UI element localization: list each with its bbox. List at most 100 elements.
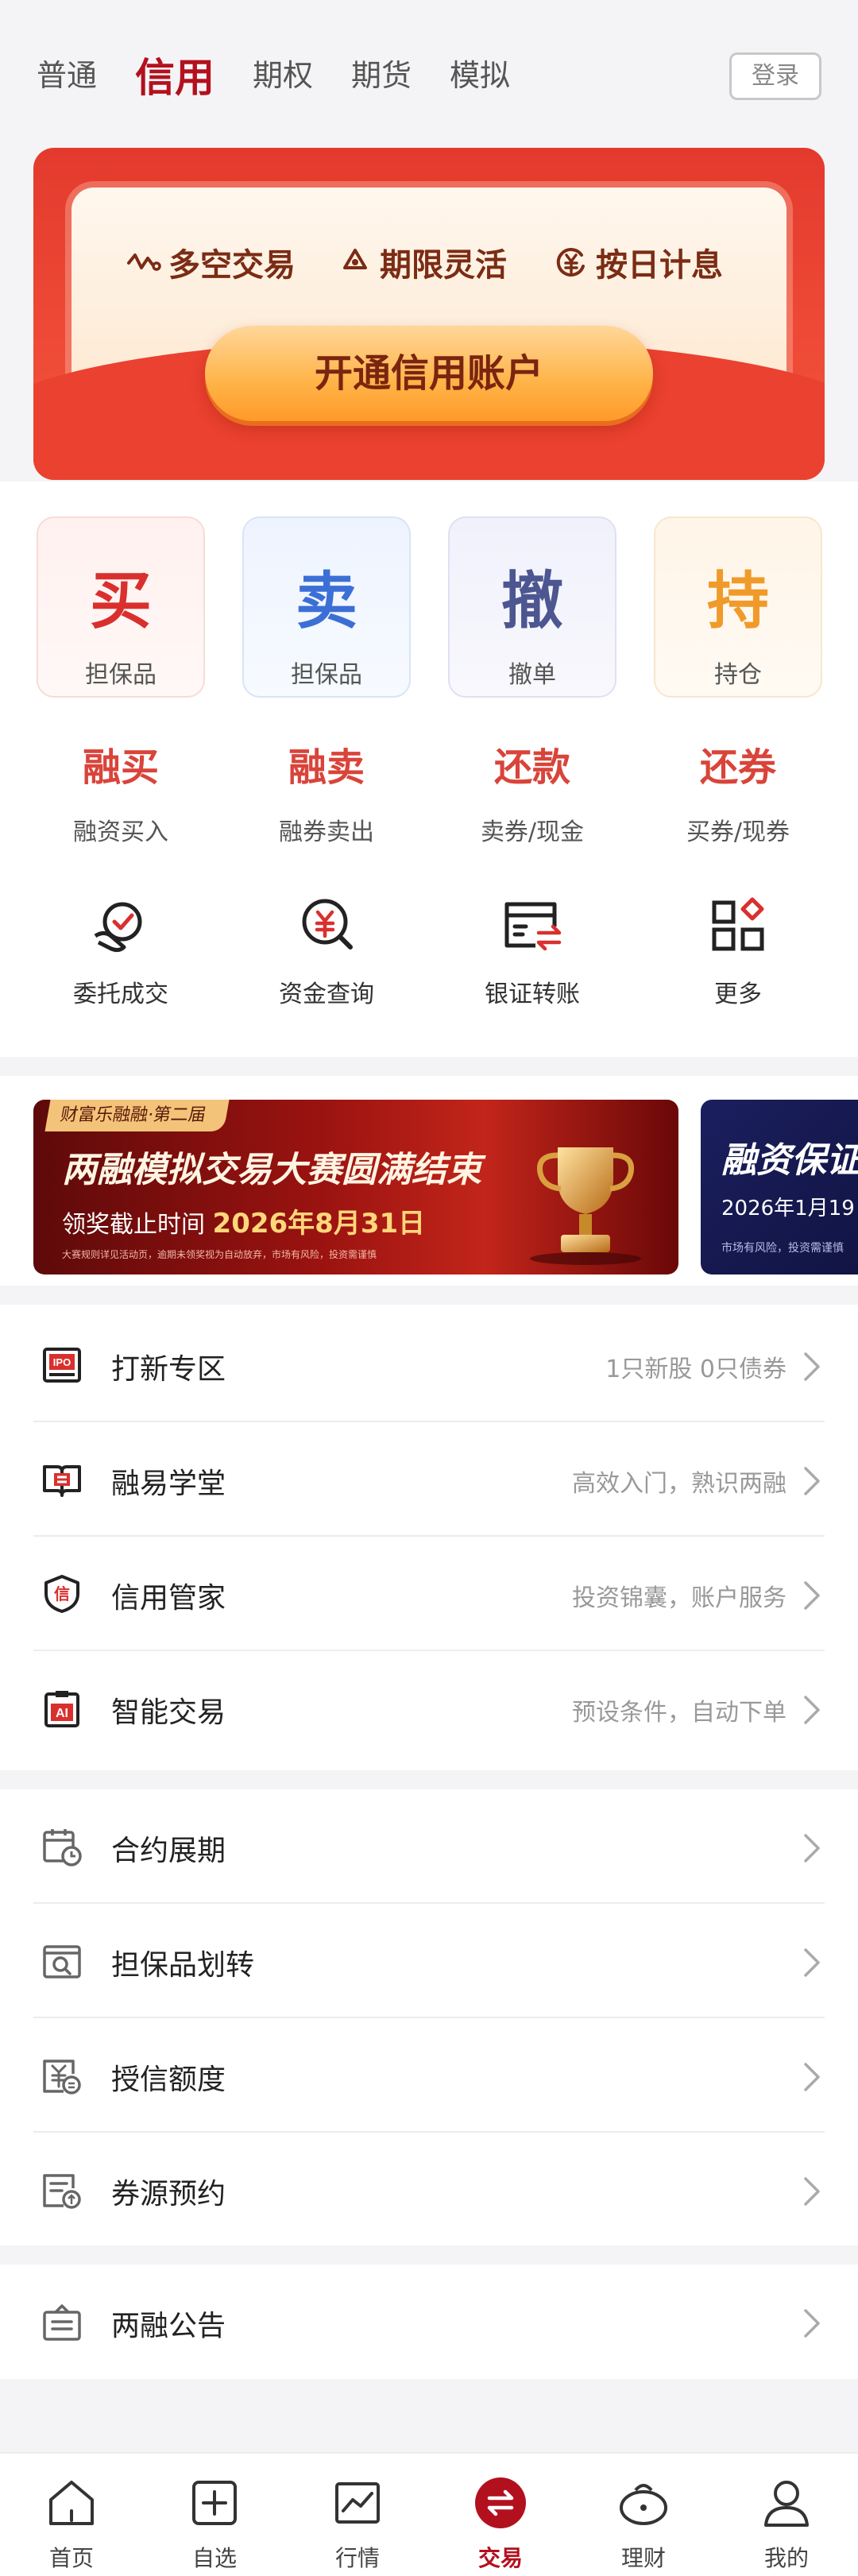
feature-long-short: 多空交易: [126, 238, 296, 286]
cancel-order-button[interactable]: 撤 撤单: [448, 516, 616, 698]
tab-credit[interactable]: 信用: [135, 46, 214, 103]
cancel-char: 撤: [500, 566, 563, 637]
chevron-right-icon: [804, 1948, 820, 1977]
promo-title: 融资保证: [721, 1140, 858, 1181]
feature-list-announcement: 两融公告: [0, 2265, 858, 2379]
svg-text:IPO: IPO: [53, 1356, 71, 1368]
op-sub: 融券卖出: [279, 818, 374, 846]
feature-list-secondary: 合约展期 担保品划转 授信额度 券源预约: [0, 1789, 858, 2245]
recycle-icon: [343, 249, 367, 269]
return-securities-button[interactable]: 还券 买券/现券: [631, 736, 845, 847]
nav-trade[interactable]: 交易: [429, 2476, 572, 2573]
row-label: 智能交易: [111, 1696, 226, 1729]
nav-label: 交易: [477, 2545, 523, 2571]
list-row-announcement[interactable]: 两融公告: [33, 2265, 825, 2379]
row-desc: 投资锦囊，账户服务: [572, 1584, 786, 1612]
tab-normal[interactable]: 普通: [37, 51, 97, 95]
op-title: 融买: [82, 745, 159, 790]
bank-transfer-button[interactable]: 银证转账: [425, 892, 640, 1009]
open-credit-banner[interactable]: 多空交易 期限灵活 按日计息 开通信用账户: [33, 148, 825, 480]
positions-button[interactable]: 持 持仓: [654, 516, 822, 698]
chevron-right-icon: [804, 1696, 820, 1724]
list-row-ipo[interactable]: IPO 打新专区 1只新股 0只债券: [33, 1308, 825, 1422]
chart-icon: [335, 2482, 380, 2524]
nav-home[interactable]: 首页: [0, 2476, 143, 2573]
buy-label: 担保品: [85, 661, 157, 689]
feature-label: 期限灵活: [380, 247, 507, 284]
op-sub: 融资买入: [73, 818, 168, 846]
more-grid-icon: [712, 897, 764, 951]
chevron-right-icon: [804, 2063, 820, 2091]
nav-label: 行情: [334, 2545, 380, 2571]
list-row-collateral-transfer[interactable]: 担保品划转: [33, 1904, 825, 2018]
list-row-smart-trade[interactable]: AI 智能交易 预设条件，自动下单: [33, 1651, 825, 1766]
nav-profile[interactable]: 我的: [715, 2476, 858, 2573]
tool-label: 银证转账: [485, 981, 580, 1008]
shield-credit-icon: 信: [44, 1575, 79, 1613]
yuan-circle-icon: [556, 248, 585, 277]
bank-transfer-icon: [504, 902, 562, 951]
nav-market[interactable]: 行情: [286, 2476, 429, 2573]
margin-buy-button[interactable]: 融买 融资买入: [14, 736, 228, 847]
nav-label: 首页: [48, 2545, 94, 2571]
trade-icon: [475, 2477, 526, 2528]
login-button[interactable]: 登录: [729, 52, 821, 100]
tab-futures[interactable]: 期货: [351, 51, 412, 95]
list-row-academy[interactable]: 融易学堂 高效入门，熟识两融: [33, 1422, 825, 1537]
promo-banner-contest[interactable]: 财富乐融融·第二届 两融模拟交易大赛圆满结束 领奖截止时间 2026年8月31日…: [33, 1100, 678, 1274]
tool-label: 委托成交: [73, 981, 168, 1008]
chevron-right-icon: [804, 2309, 820, 2338]
nav-label: 自选: [191, 2545, 237, 2571]
feature-list-primary: IPO 打新专区 1只新股 0只债券 融易学堂 高效入门，熟识两融 信 信用管家…: [0, 1305, 858, 1770]
hold-label: 持仓: [714, 661, 762, 689]
more-button[interactable]: 更多: [631, 892, 845, 1009]
buy-collateral-button[interactable]: 买 担保品: [37, 516, 205, 698]
tab-simulate[interactable]: 模拟: [450, 51, 510, 95]
promo-banner-margin[interactable]: 融资保证 2026年1月19 市场有风险，投资需谨慎: [701, 1100, 858, 1274]
sell-collateral-button[interactable]: 卖 担保品: [242, 516, 411, 698]
nav-watchlist[interactable]: 自选: [143, 2476, 286, 2573]
op-sub: 卖券/现金: [480, 818, 585, 846]
tool-label: 资金查询: [279, 981, 374, 1008]
row-desc: 1只新股 0只债券: [605, 1356, 786, 1383]
collateral-transfer-icon: [43, 1945, 81, 1978]
credit-limit-icon: [43, 2060, 81, 2094]
securities-reserve-icon: [43, 2174, 81, 2209]
repay-cash-button[interactable]: 还款 卖券/现金: [425, 736, 640, 847]
deadline-label: 领奖截止时间: [62, 1211, 205, 1239]
chevron-right-icon: [804, 1581, 820, 1610]
list-row-credit-limit[interactable]: 授信额度: [33, 2018, 825, 2133]
user-icon: [764, 2481, 809, 2527]
nav-label: 理财: [620, 2545, 666, 2571]
cancel-label: 撤单: [508, 661, 556, 689]
tab-options[interactable]: 期权: [253, 51, 313, 95]
top-tab-bar: 普通 信用 期权 期货 模拟 登录: [0, 0, 858, 129]
tool-label: 更多: [714, 981, 762, 1008]
row-label: 合约展期: [111, 1835, 226, 1867]
promo-date: 2026年1月19: [721, 1197, 855, 1220]
order-fill-icon: [94, 902, 142, 953]
chevron-right-icon: [804, 2177, 820, 2206]
hold-char: 持: [706, 566, 769, 637]
promo-deadline: 领奖截止时间 2026年8月31日: [62, 1201, 425, 1240]
nav-label: 我的: [763, 2545, 809, 2571]
trophy-icon: [530, 1147, 641, 1265]
order-fill-button[interactable]: 委托成交: [14, 892, 228, 1009]
list-row-contract-extension[interactable]: 合约展期: [33, 1789, 825, 1904]
feature-flexible-term: 期限灵活: [337, 238, 507, 286]
svg-text:信: 信: [54, 1584, 70, 1603]
sell-char: 卖: [295, 566, 358, 637]
short-sell-button[interactable]: 融卖 融券卖出: [219, 736, 434, 847]
bottom-navigation: 首页 自选 行情 交易 理财 我的: [0, 2452, 858, 2576]
list-row-credit-butler[interactable]: 信 信用管家 投资锦囊，账户服务: [33, 1537, 825, 1651]
fund-query-button[interactable]: 资金查询: [219, 892, 434, 1009]
row-label: 打新专区: [111, 1353, 226, 1386]
row-label: 担保品划转: [111, 1949, 255, 1982]
nav-wealth[interactable]: 理财: [572, 2476, 715, 2573]
open-credit-account-button[interactable]: 开通信用账户: [205, 326, 653, 421]
row-label: 券源预约: [111, 2178, 226, 2210]
sell-label: 担保品: [291, 661, 362, 689]
feature-label: 按日计息: [596, 247, 723, 284]
wave-icon: [127, 253, 161, 271]
list-row-securities-reserve[interactable]: 券源预约: [33, 2133, 825, 2247]
